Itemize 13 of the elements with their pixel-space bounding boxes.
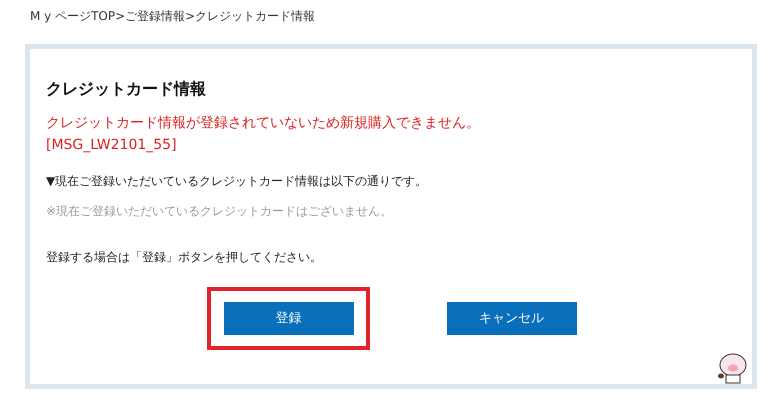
breadcrumb-item: クレジットカード情報	[195, 8, 316, 24]
form-button[interactable]: 登録	[224, 302, 354, 335]
error-code: [MSG_LW2101_55]	[46, 136, 178, 155]
empty-note: ※現在ご登録いただいているクレジットカードはございません。	[46, 203, 394, 220]
breadcrumb-item[interactable]: ご登録情報	[125, 6, 186, 24]
instruction-text: 登録する場合は「登録」ボタンを押してください。	[46, 249, 323, 266]
error-message: クレジットカード情報が登録されていないため新規購入できません。	[46, 114, 481, 133]
form-button[interactable]: キャンセル	[446, 302, 576, 335]
panel-title: クレジットカード情報	[46, 79, 207, 99]
lead-text: ▼現在ご登録いただいているクレジットカード情報は以下の通りです。	[46, 173, 428, 190]
breadcrumb-item[interactable]: M y ページTOP	[30, 6, 116, 24]
breadcrumb-separator: >	[185, 8, 196, 24]
breadcrumb-separator: >	[115, 8, 126, 24]
